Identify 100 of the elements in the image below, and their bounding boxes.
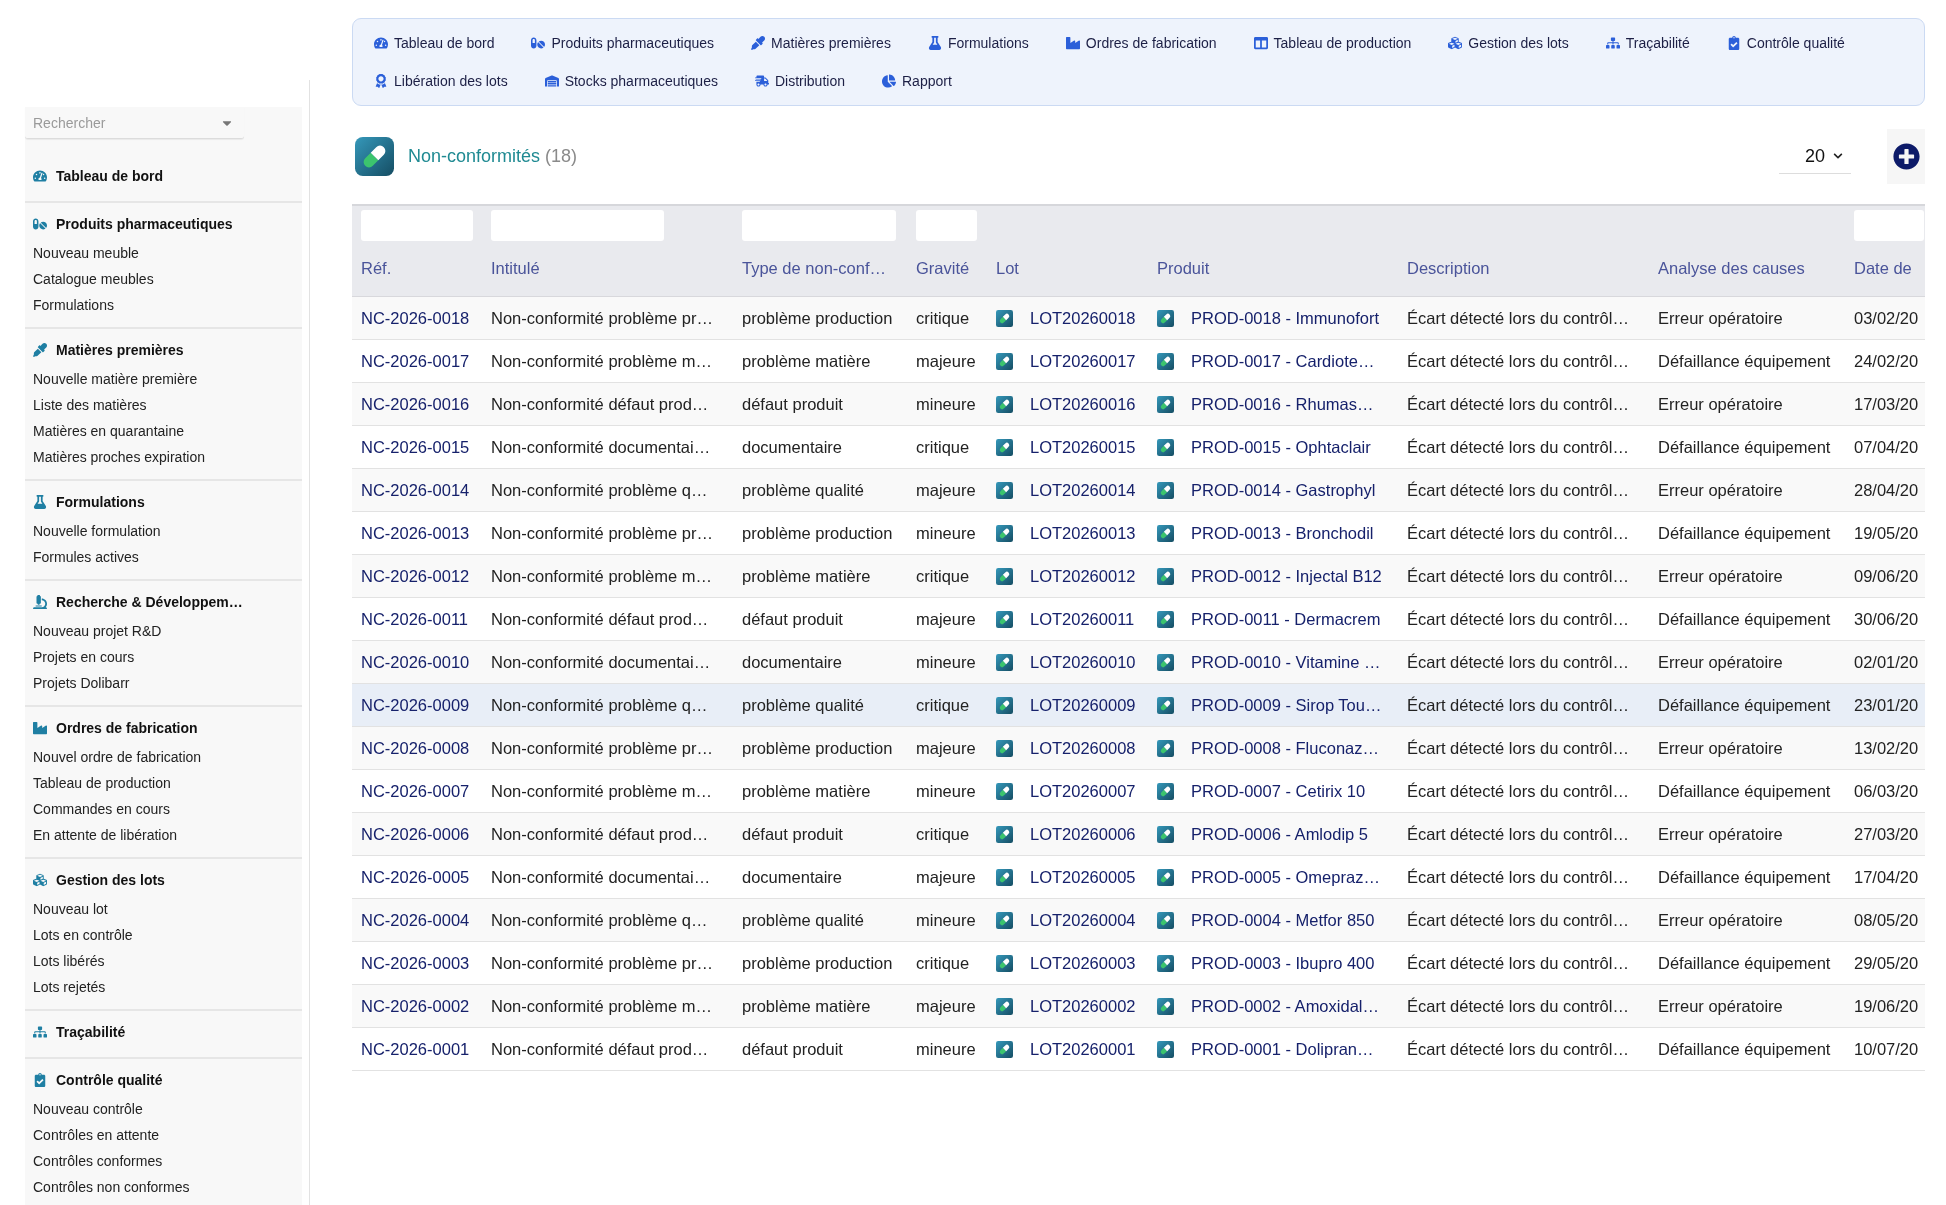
reference-link[interactable]: NC-2026-0011 xyxy=(361,609,468,629)
sidebar-link[interactable]: Lots libérés xyxy=(25,948,302,974)
product-link[interactable]: PROD-0017 - Cardiote… xyxy=(1191,351,1375,371)
product-link[interactable]: PROD-0011 - Dermacrem xyxy=(1191,609,1381,629)
table-row[interactable]: NC-2026-0008 Non-conformité problème pr… problème production majeure LOT20260008 PROD-0008 - Fluconaz… Écart détecté lors du contrôl… Erreur opératoire 13/02/20 xyxy=(352,727,1925,770)
product-link[interactable]: PROD-0005 - Omepraz… xyxy=(1191,867,1380,887)
menu-link[interactable]: Stocks pharmaceutiques xyxy=(532,62,730,100)
reference-link[interactable]: NC-2026-0003 xyxy=(361,953,470,973)
sidebar-link[interactable]: Lots rejetés xyxy=(25,974,302,1000)
sidebar-link[interactable]: Nouveau lot xyxy=(25,896,302,922)
reference-link[interactable]: NC-2026-0008 xyxy=(361,738,470,758)
product-link[interactable]: PROD-0015 - Ophtaclair xyxy=(1191,437,1371,457)
sidebar-link[interactable]: Formules actives xyxy=(25,544,302,570)
sidebar-link[interactable]: Contrôles en attente xyxy=(25,1122,302,1148)
lot-link[interactable]: LOT20260003 xyxy=(1030,953,1136,973)
sidebar-link[interactable]: Nouveau projet R&D xyxy=(25,618,302,644)
product-link[interactable]: PROD-0007 - Cetirix 10 xyxy=(1191,781,1366,801)
reference-link[interactable]: NC-2026-0004 xyxy=(361,910,470,930)
lot-link[interactable]: LOT20260001 xyxy=(1030,1039,1136,1059)
reference-link[interactable]: NC-2026-0010 xyxy=(361,652,470,672)
sidebar-link[interactable]: Lots en contrôle xyxy=(25,922,302,948)
sidebar-link[interactable]: Nouvelle matière première xyxy=(25,366,302,392)
column-header[interactable]: Produit xyxy=(1148,241,1398,296)
reference-link[interactable]: NC-2026-0017 xyxy=(361,351,470,371)
sidebar-heading[interactable]: Traçabilité xyxy=(25,1019,302,1045)
reference-link[interactable]: NC-2026-0012 xyxy=(361,566,470,586)
sidebar-link[interactable]: Liste des matières xyxy=(25,392,302,418)
lot-link[interactable]: LOT20260007 xyxy=(1030,781,1136,801)
lot-link[interactable]: LOT20260010 xyxy=(1030,652,1136,672)
lot-link[interactable]: LOT20260014 xyxy=(1030,480,1136,500)
product-link[interactable]: PROD-0006 - Amlodip 5 xyxy=(1191,824,1368,844)
table-row[interactable]: NC-2026-0016 Non-conformité défaut prod… défaut produit mineure LOT20260016 PROD-0016 - Rhumas… Écart détecté lors du contrôl… Erreur opératoire 17/03/20 xyxy=(352,383,1925,426)
reference-link[interactable]: NC-2026-0016 xyxy=(361,394,470,414)
table-row[interactable]: NC-2026-0010 Non-conformité documentai… documentaire mineure LOT20260010 PROD-0010 - Vitamine … Écart détecté lors du contrôl… Erreur opératoire 02/01/20 xyxy=(352,641,1925,684)
product-link[interactable]: PROD-0018 - Immunofort xyxy=(1191,308,1379,328)
menu-link[interactable]: Ordres de fabrication xyxy=(1053,24,1229,62)
menu-link[interactable]: Contrôle qualité xyxy=(1714,24,1857,62)
sidebar-heading[interactable]: Recherche & Développem… xyxy=(25,589,302,615)
reference-link[interactable]: NC-2026-0006 xyxy=(361,824,470,844)
column-header[interactable]: Date de xyxy=(1845,241,1925,296)
sidebar-link[interactable]: Commandes en cours xyxy=(25,796,302,822)
product-link[interactable]: PROD-0014 - Gastrophyl xyxy=(1191,480,1376,500)
sidebar-heading[interactable]: Contrôle qualité xyxy=(25,1067,302,1093)
menu-link[interactable]: Produits pharmaceutiques xyxy=(519,24,727,62)
menu-link[interactable]: Traçabilité xyxy=(1593,24,1702,62)
sidebar-link[interactable]: Tableau de production xyxy=(25,770,302,796)
sidebar-heading[interactable]: Tableau de bord xyxy=(25,163,302,189)
lot-link[interactable]: LOT20260011 xyxy=(1030,609,1135,629)
menu-link[interactable]: Gestion des lots xyxy=(1436,24,1581,62)
sidebar-link[interactable]: Nouveau meuble xyxy=(25,240,302,266)
reference-link[interactable]: NC-2026-0001 xyxy=(361,1039,470,1059)
table-row[interactable]: NC-2026-0002 Non-conformité problème m… problème matière majeure LOT20260002 PROD-0002 - Amoxidal… Écart détecté lors du contrôl… Erreur opératoire 19/06/20 xyxy=(352,985,1925,1028)
table-row[interactable]: NC-2026-0009 Non-conformité problème q… problème qualité critique LOT20260009 PROD-0009 - Sirop Tou… Écart détecté lors du contrôl… Défaillance équipement 23/01/20 xyxy=(352,684,1925,727)
sidebar-heading[interactable]: Formulations xyxy=(25,489,302,515)
column-header[interactable]: Gravité xyxy=(907,241,987,296)
column-header[interactable]: Réf. xyxy=(352,241,482,296)
column-header[interactable]: Analyse des causes xyxy=(1649,241,1845,296)
lot-link[interactable]: LOT20260002 xyxy=(1030,996,1136,1016)
sidebar-link[interactable]: Contrôles non conformes xyxy=(25,1174,302,1200)
lot-link[interactable]: LOT20260018 xyxy=(1030,308,1136,328)
lot-link[interactable]: LOT20260006 xyxy=(1030,824,1136,844)
product-link[interactable]: PROD-0008 - Fluconaz… xyxy=(1191,738,1379,758)
sidebar-link[interactable]: Nouvel ordre de fabrication xyxy=(25,744,302,770)
lot-link[interactable]: LOT20260005 xyxy=(1030,867,1136,887)
sidebar-link[interactable]: Matières proches expiration xyxy=(25,444,302,470)
sidebar-heading[interactable]: Matières premières xyxy=(25,337,302,363)
per-page-select[interactable]: 20 xyxy=(1779,139,1851,174)
reference-link[interactable]: NC-2026-0013 xyxy=(361,523,470,543)
menu-link[interactable]: Tableau de production xyxy=(1241,24,1424,62)
reference-link[interactable]: NC-2026-0005 xyxy=(361,867,470,887)
product-link[interactable]: PROD-0010 - Vitamine … xyxy=(1191,652,1381,672)
sidebar-link[interactable]: Matières en quarantaine xyxy=(25,418,302,444)
sidebar-link[interactable]: Projets en cours xyxy=(25,644,302,670)
menu-link[interactable]: Formulations xyxy=(915,24,1041,62)
menu-link[interactable]: Distribution xyxy=(742,62,857,100)
sidebar-link[interactable]: Projets Dolibarr xyxy=(25,670,302,696)
sidebar-link[interactable]: Contrôles conformes xyxy=(25,1148,302,1174)
product-link[interactable]: PROD-0003 - Ibupro 400 xyxy=(1191,953,1375,973)
column-header[interactable]: Intitulé xyxy=(482,241,733,296)
reference-link[interactable]: NC-2026-0007 xyxy=(361,781,470,801)
menu-link[interactable]: Libération des lots xyxy=(362,62,520,100)
reference-link[interactable]: NC-2026-0015 xyxy=(361,437,470,457)
menu-link[interactable]: Rapport xyxy=(870,62,964,100)
lot-link[interactable]: LOT20260004 xyxy=(1030,910,1136,930)
menu-link[interactable]: Matières premières xyxy=(739,24,903,62)
menu-link[interactable]: Tableau de bord xyxy=(362,24,507,62)
sidebar-link[interactable]: Catalogue meubles xyxy=(25,266,302,292)
sidebar-link[interactable]: Formulations xyxy=(25,292,302,318)
table-row[interactable]: NC-2026-0018 Non-conformité problème pr… problème production critique LOT20260018 PROD-0018 - Immunofort Écart détecté lors du contrôl… Erreur opératoire 03/02/20 xyxy=(352,297,1925,340)
reference-link[interactable]: NC-2026-0009 xyxy=(361,695,470,715)
column-header[interactable]: Description xyxy=(1398,241,1649,296)
sidebar-heading[interactable]: Ordres de fabrication xyxy=(25,715,302,741)
lot-link[interactable]: LOT20260009 xyxy=(1030,695,1136,715)
reference-link[interactable]: NC-2026-0014 xyxy=(361,480,470,500)
product-link[interactable]: PROD-0002 - Amoxidal… xyxy=(1191,996,1379,1016)
lot-link[interactable]: LOT20260015 xyxy=(1030,437,1136,457)
lot-link[interactable]: LOT20260008 xyxy=(1030,738,1136,758)
column-header[interactable]: Type de non-conf… xyxy=(733,241,907,296)
table-row[interactable]: NC-2026-0006 Non-conformité défaut prod… défaut produit critique LOT20260006 PROD-0006 - Amlodip 5 Écart détecté lors du contrôl… Erreur opératoire 27/03/20 xyxy=(352,813,1925,856)
sidebar-link[interactable]: Nouveau contrôle xyxy=(25,1096,302,1122)
